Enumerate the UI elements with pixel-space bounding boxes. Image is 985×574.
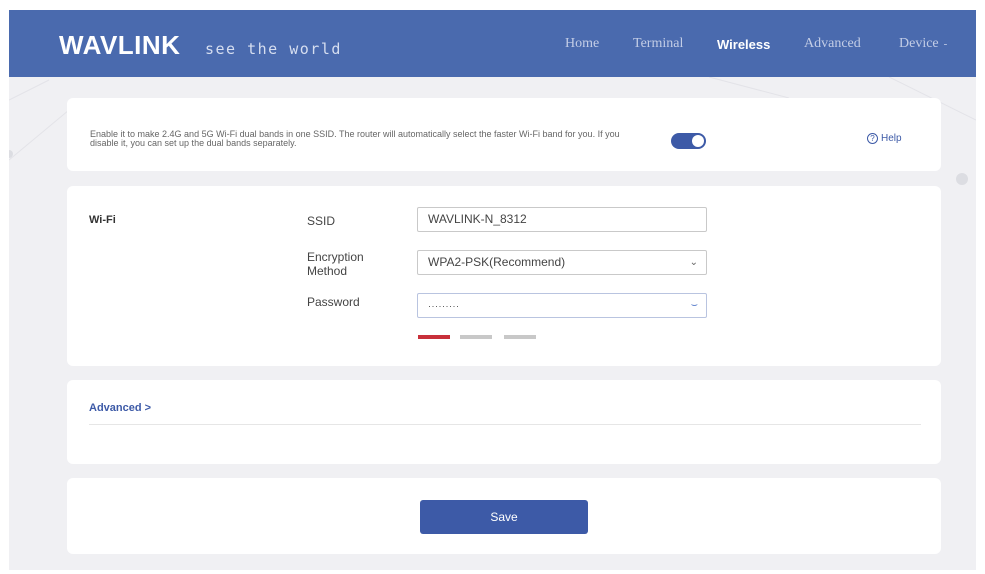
password-value: ········· bbox=[428, 301, 460, 311]
nav-item-terminal[interactable]: Terminal bbox=[633, 36, 683, 52]
brand-slogan: see the world bbox=[205, 40, 342, 58]
advanced-label: Advanced bbox=[89, 402, 142, 414]
divider bbox=[89, 424, 921, 425]
encryption-method-value: WPA2-PSK(Recommend) bbox=[428, 255, 566, 269]
password-input[interactable]: ········· ⌣ bbox=[417, 293, 707, 318]
brand-logo[interactable]: WAVLINK bbox=[59, 30, 180, 61]
wifi-settings-card: Wi-Fi SSID WAVLINK-N_8312 Encryption Met… bbox=[67, 186, 941, 366]
help-link[interactable]: ? Help bbox=[867, 133, 902, 144]
background-dot bbox=[956, 173, 968, 185]
eye-closed-icon[interactable]: ⌣ bbox=[691, 294, 698, 317]
password-strength-bar-weak bbox=[418, 335, 450, 339]
question-circle-icon: ? bbox=[867, 133, 878, 144]
wifi-section-label: Wi-Fi bbox=[89, 214, 116, 226]
smart-connect-card: Enable it to make 2.4G and 5G Wi-Fi dual… bbox=[67, 98, 941, 171]
ssid-label: SSID bbox=[307, 214, 336, 228]
ssid-value: WAVLINK-N_8312 bbox=[428, 212, 527, 226]
nav-item-device[interactable]: Device - bbox=[899, 36, 947, 52]
encryption-method-select[interactable]: WPA2-PSK(Recommend) ⌄ bbox=[417, 250, 707, 275]
help-label: Help bbox=[881, 133, 902, 144]
chevron-right-icon: > bbox=[144, 402, 152, 414]
nav-item-advanced[interactable]: Advanced bbox=[804, 36, 861, 52]
nav-item-home[interactable]: Home bbox=[565, 36, 599, 52]
encryption-method-label: Encryption Method bbox=[307, 250, 364, 278]
ssid-input[interactable]: WAVLINK-N_8312 bbox=[417, 207, 707, 232]
smart-connect-description: Enable it to make 2.4G and 5G Wi-Fi dual… bbox=[90, 129, 620, 148]
save-button[interactable]: Save bbox=[420, 500, 588, 534]
toggle-knob bbox=[692, 135, 704, 147]
nav-item-wireless[interactable]: Wireless bbox=[717, 37, 770, 52]
top-navigation-bar: WAVLINK see the world Home Terminal Wire… bbox=[9, 10, 976, 77]
advanced-card: Advanced > bbox=[67, 380, 941, 464]
smart-connect-toggle[interactable] bbox=[671, 133, 706, 149]
save-card: Save bbox=[67, 478, 941, 554]
dropdown-caret-icon: - bbox=[943, 38, 948, 50]
page-background: WAVLINK see the world Home Terminal Wire… bbox=[9, 10, 976, 570]
password-strength-bar-strong bbox=[504, 335, 536, 339]
password-label: Password bbox=[307, 295, 360, 309]
password-strength-bar-medium bbox=[460, 335, 492, 339]
advanced-settings-link[interactable]: Advanced > bbox=[89, 402, 151, 414]
chevron-down-icon: ⌄ bbox=[689, 257, 698, 268]
nav-item-device-label: Device bbox=[899, 36, 939, 51]
